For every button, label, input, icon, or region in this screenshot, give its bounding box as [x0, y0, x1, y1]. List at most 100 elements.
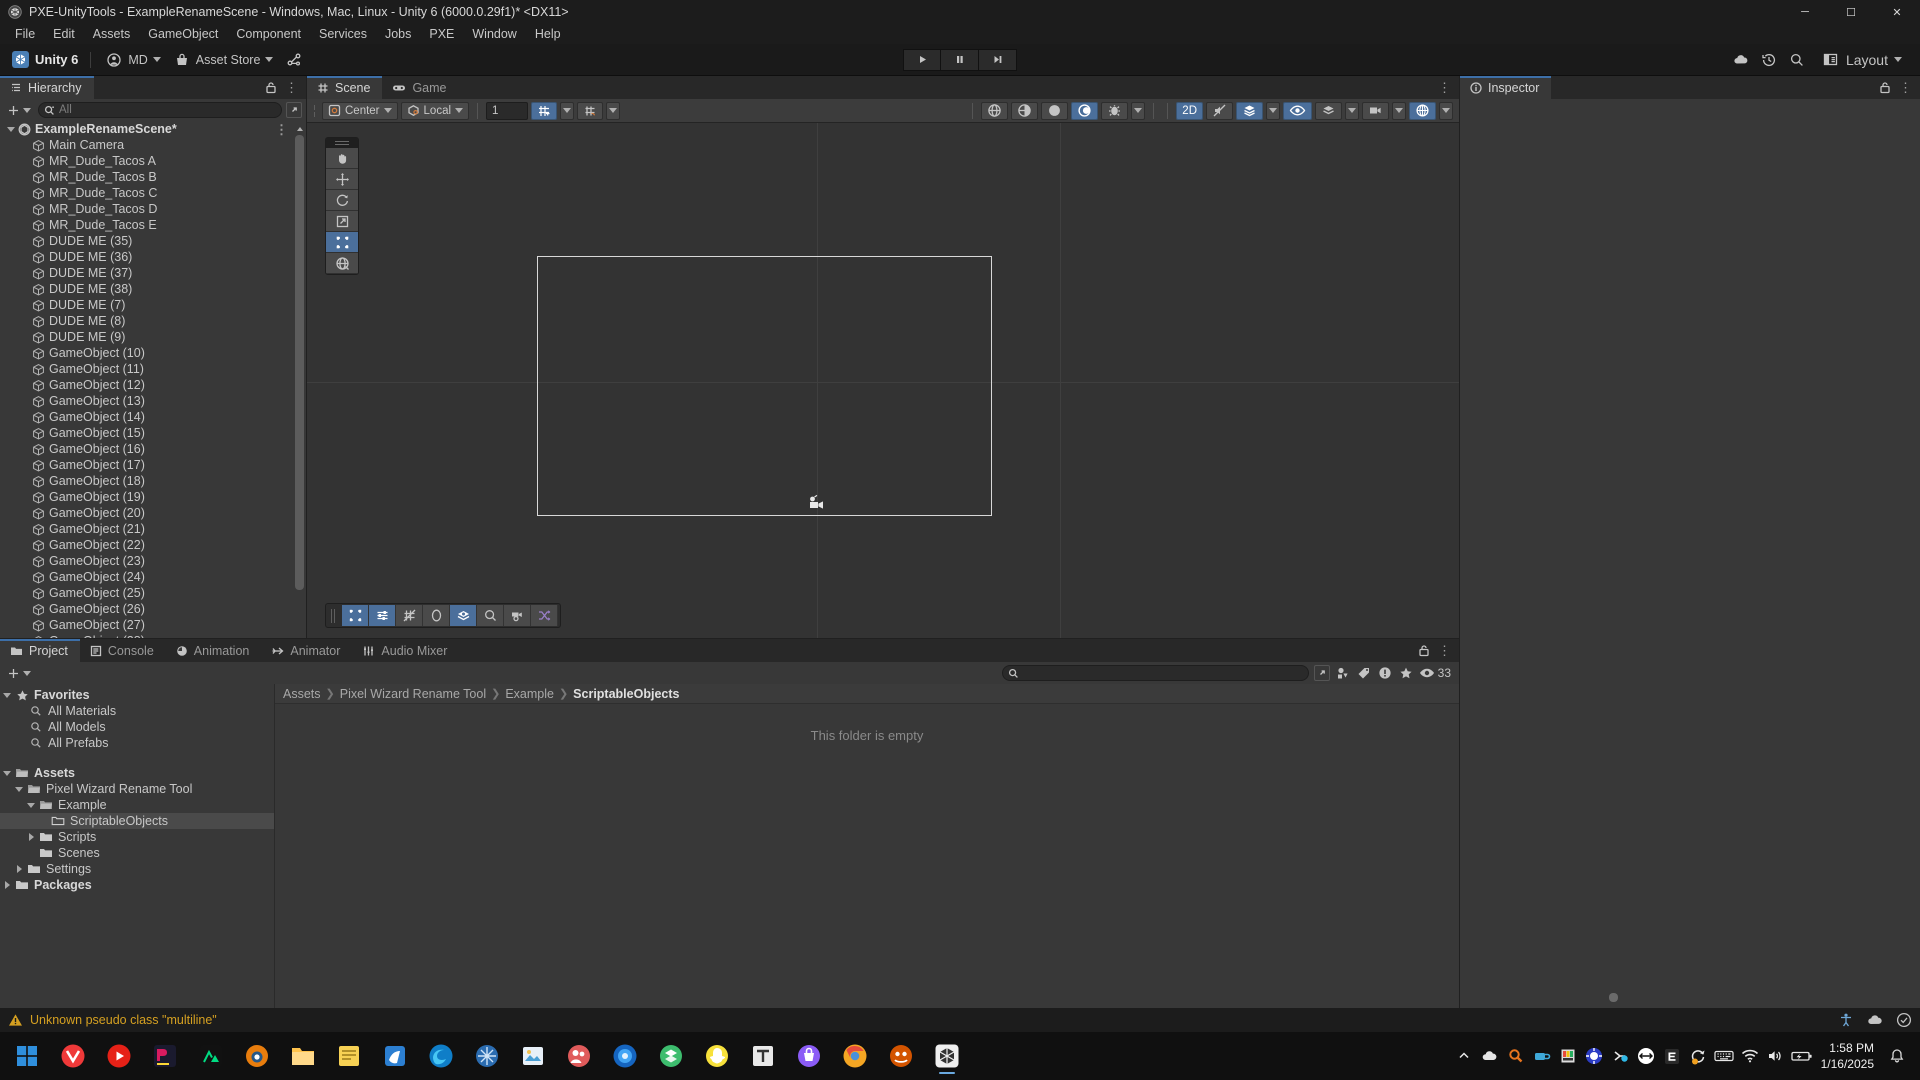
hierarchy-menu-icon[interactable]: ⋮ — [285, 81, 298, 94]
grid-app-icon[interactable] — [467, 1036, 507, 1076]
epic-games-icon[interactable] — [1659, 1036, 1685, 1076]
hierarchy-item[interactable]: Main Camera — [0, 137, 306, 153]
expand-arrow[interactable] — [0, 881, 14, 889]
rotate-tool[interactable] — [326, 190, 358, 211]
hierarchy-item[interactable]: GameObject (21) — [0, 521, 306, 537]
favorite-item[interactable]: All Prefabs — [0, 735, 274, 751]
rect-overlay-icon[interactable] — [342, 605, 369, 626]
pivot-mode-dropdown[interactable]: Center — [322, 101, 398, 120]
expand-arrow[interactable] — [0, 692, 14, 698]
asset-store-dropdown[interactable]: Asset Store — [167, 48, 280, 72]
shaded-wireframe-icon[interactable] — [981, 101, 1009, 120]
hierarchy-item[interactable]: MR_Dude_Tacos B — [0, 169, 306, 185]
2d-mode-toggle[interactable]: 2D — [1176, 101, 1203, 120]
minimize-button[interactable]: ─ — [1782, 0, 1828, 24]
blender-icon[interactable] — [237, 1036, 277, 1076]
menu-gameobject[interactable]: GameObject — [139, 24, 227, 44]
wifi-icon[interactable] — [1737, 1036, 1763, 1076]
add-gameobject-button[interactable] — [4, 103, 34, 118]
tab-audio-mixer[interactable]: Audio Mixer — [352, 639, 460, 662]
favorite-item[interactable]: All Materials — [0, 703, 274, 719]
hierarchy-scene-root[interactable]: ExampleRenameScene* ⋮ — [0, 121, 306, 137]
menu-file[interactable]: File — [6, 24, 44, 44]
menu-window[interactable]: Window — [463, 24, 525, 44]
camera-dropdown[interactable] — [1392, 101, 1406, 120]
project-search-expand-button[interactable] — [1313, 665, 1330, 681]
cloud-status-icon[interactable] — [1866, 1013, 1884, 1027]
layers-dropdown[interactable] — [1345, 101, 1359, 120]
layout-dropdown[interactable]: Layout — [1816, 48, 1908, 72]
hierarchy-scrollbar[interactable] — [295, 123, 304, 636]
lighting-icon[interactable] — [1071, 101, 1099, 120]
hierarchy-item[interactable]: GameObject (12) — [0, 377, 306, 393]
project-content[interactable]: Assets ❯ Pixel Wizard Rename Tool ❯ Exam… — [275, 684, 1618, 1008]
layers-overlay-icon[interactable] — [450, 605, 477, 626]
bell-icon[interactable] — [1884, 1036, 1910, 1076]
store-icon[interactable] — [789, 1036, 829, 1076]
menu-help[interactable]: Help — [526, 24, 570, 44]
status-bar[interactable]: Unknown pseudo class "multiline" — [0, 1008, 1920, 1032]
edge-icon[interactable] — [421, 1036, 461, 1076]
hierarchy-item[interactable]: MR_Dude_Tacos A — [0, 153, 306, 169]
tab-animator[interactable]: Animator — [261, 639, 353, 662]
hierarchy-item[interactable]: DUDE ME (35) — [0, 233, 306, 249]
browser-icon[interactable] — [835, 1036, 875, 1076]
audio-mute-icon[interactable] — [1206, 101, 1233, 120]
hierarchy-item[interactable]: GameObject (15) — [0, 425, 306, 441]
menu-component[interactable]: Component — [227, 24, 310, 44]
scene-camera-icon[interactable] — [1362, 101, 1389, 120]
hierarchy-item[interactable]: GameObject (22) — [0, 537, 306, 553]
grid-overlay-icon[interactable] — [396, 605, 423, 626]
rect-tool[interactable] — [326, 232, 358, 253]
search-orange-icon[interactable] — [1503, 1036, 1529, 1076]
expand-arrow[interactable] — [12, 865, 26, 873]
toolbar-grip[interactable] — [313, 104, 319, 118]
youtube-icon[interactable] — [99, 1036, 139, 1076]
effects-icon[interactable] — [1236, 101, 1263, 120]
scene-viewport[interactable] — [307, 123, 1459, 638]
grid-snap-toggle[interactable] — [531, 101, 558, 120]
cloud-icon[interactable] — [1732, 51, 1750, 69]
breadcrumb-example[interactable]: Example — [505, 687, 554, 701]
chevron-up-icon[interactable] — [1451, 1036, 1477, 1076]
expand-arrow[interactable] — [4, 126, 17, 132]
tab-console[interactable]: Console — [79, 639, 166, 662]
asset-tree-item[interactable]: Example — [0, 797, 274, 813]
project-search[interactable] — [1001, 665, 1309, 681]
hierarchy-item[interactable]: MR_Dude_Tacos E — [0, 217, 306, 233]
hierarchy-item[interactable]: DUDE ME (36) — [0, 249, 306, 265]
sphere-shading-icon[interactable] — [1041, 101, 1069, 120]
teamviewer-icon[interactable] — [1633, 1036, 1659, 1076]
hierarchy-item[interactable]: GameObject (18) — [0, 473, 306, 489]
grid-snap-dropdown[interactable] — [560, 101, 575, 120]
sticky-notes-icon[interactable] — [329, 1036, 369, 1076]
tab-animation[interactable]: Animation — [165, 639, 262, 662]
dropbox-icon[interactable] — [651, 1036, 691, 1076]
menu-services[interactable]: Services — [310, 24, 376, 44]
expand-arrow[interactable] — [12, 786, 26, 792]
breadcrumb-pixel-wizard-rename-tool[interactable]: Pixel Wizard Rename Tool — [340, 687, 486, 701]
tab-game[interactable]: Game — [382, 76, 459, 99]
scene-menu-icon[interactable]: ⋮ — [1438, 81, 1451, 94]
hierarchy-item[interactable]: GameObject (28) — [0, 633, 306, 638]
vivaldi-icon[interactable] — [53, 1036, 93, 1076]
volume-icon[interactable] — [1763, 1036, 1789, 1076]
hierarchy-expand-button[interactable] — [286, 102, 302, 118]
snapchat-icon[interactable] — [697, 1036, 737, 1076]
collab-button[interactable] — [279, 48, 309, 72]
play-button[interactable] — [903, 48, 941, 71]
project-search-input[interactable] — [1022, 667, 1303, 679]
shuffle-overlay-icon[interactable] — [531, 605, 558, 626]
expand-arrow[interactable] — [0, 770, 14, 776]
asset-tree-item[interactable]: Scenes — [0, 845, 274, 861]
hierarchy-item[interactable]: GameObject (14) — [0, 409, 306, 425]
pause-button[interactable] — [941, 48, 979, 71]
close-button[interactable]: ✕ — [1874, 0, 1920, 24]
sync-icon[interactable] — [1685, 1036, 1711, 1076]
sliders-overlay-icon[interactable] — [369, 605, 396, 626]
teams-icon[interactable] — [559, 1036, 599, 1076]
hierarchy-item[interactable]: GameObject (27) — [0, 617, 306, 633]
menu-assets[interactable]: Assets — [84, 24, 140, 44]
breadcrumb-assets[interactable]: Assets — [283, 687, 321, 701]
filter-warning-icon[interactable] — [1377, 665, 1393, 681]
